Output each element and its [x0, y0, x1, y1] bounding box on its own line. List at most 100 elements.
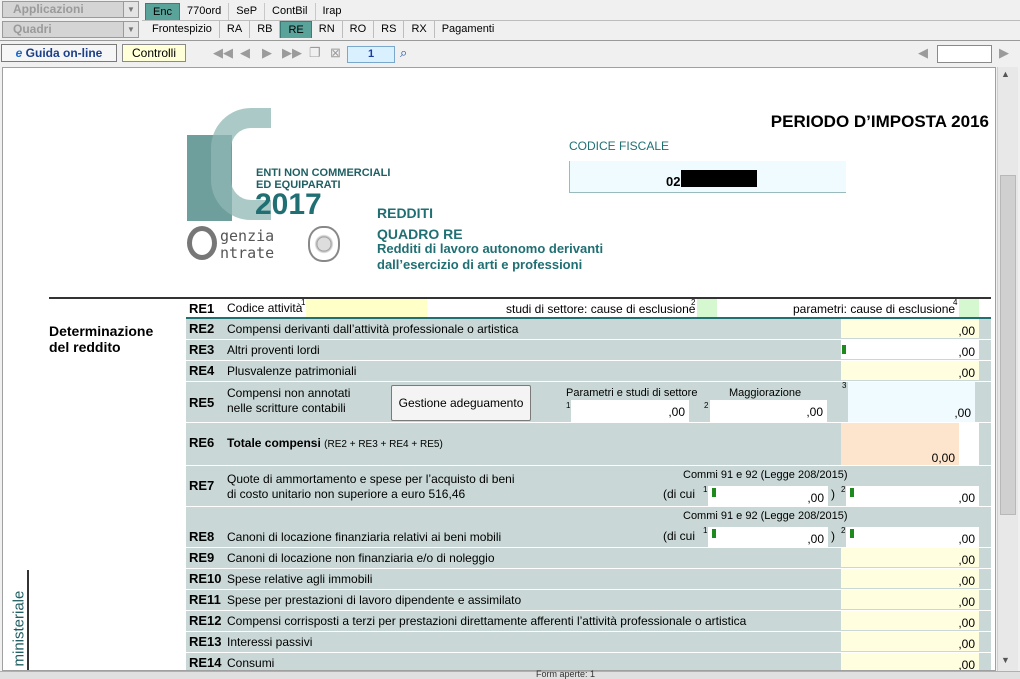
re5-field3[interactable]: ,00 — [848, 382, 975, 422]
re7-code: RE7 — [189, 478, 215, 493]
row-sep — [186, 506, 991, 507]
search-page-icon[interactable]: ⌕ — [400, 45, 407, 61]
re7-field1[interactable]: ,00 — [708, 486, 828, 506]
tab-irap[interactable]: Irap — [316, 3, 349, 20]
studi-label: studi di settore: cause di esclusione — [506, 302, 696, 316]
tab-frontespizio[interactable]: Frontespizio — [145, 21, 220, 38]
parametri-field[interactable] — [959, 299, 979, 317]
green-marker — [712, 529, 716, 538]
tab-rb[interactable]: RB — [250, 21, 281, 38]
tab-rx[interactable]: RX — [404, 21, 435, 38]
re5-code: RE5 — [189, 395, 215, 410]
re7-dicui: (di cui — [663, 487, 696, 501]
page-number-field[interactable]: 1 — [347, 46, 395, 63]
sup-2: 2 — [704, 401, 709, 410]
redditi-title: REDDITI — [377, 205, 433, 221]
scroll-up-icon[interactable]: ▲ — [1001, 69, 1010, 79]
tab-pagamenti[interactable]: Pagamenti — [435, 21, 502, 38]
chevron-down-icon[interactable]: ▼ — [123, 22, 138, 37]
tab-rn[interactable]: RN — [312, 21, 343, 38]
re1-label: Codice attività — [227, 301, 303, 315]
re6-field-end — [959, 423, 979, 465]
logo-year: 2017 — [255, 188, 322, 221]
green-marker — [850, 488, 854, 497]
descr-line2: dall’esercizio di arti e professioni — [377, 257, 583, 272]
re2-code: RE2 — [189, 321, 215, 336]
re7-field2[interactable]: ,00 — [846, 486, 979, 506]
next-page-icon[interactable]: ▶ — [262, 45, 272, 61]
re10-field[interactable]: ,00 — [841, 569, 979, 588]
scroll-right-icon[interactable]: ▶ — [999, 45, 1009, 61]
vertical-scrollbar[interactable]: ▲ ▼ — [997, 67, 1018, 671]
re11-field[interactable]: ,00 — [841, 590, 979, 609]
applicazioni-label: Applicazioni — [13, 2, 84, 16]
re6-label-bold: Totale compensi — [227, 436, 321, 450]
agenzia-line2: ntrate — [220, 244, 275, 262]
chevron-down-icon[interactable]: ▼ — [123, 2, 138, 17]
tab-sep[interactable]: SeP — [229, 3, 266, 20]
re3-code: RE3 — [189, 342, 215, 357]
re12-field[interactable]: ,00 — [841, 611, 979, 630]
tab-ra[interactable]: RA — [220, 21, 251, 38]
re9-label: Canoni di locazione non finanziaria e/o … — [227, 551, 495, 565]
re8-field2[interactable]: ,00 — [846, 527, 979, 547]
gestione-adeguamento-button[interactable]: Gestione adeguamento — [391, 385, 531, 421]
re8-field1[interactable]: ,00 — [708, 527, 828, 547]
re3-label: Altri proventi lordi — [227, 343, 320, 357]
re6-field: 0,00 — [841, 423, 959, 465]
re9-field[interactable]: ,00 — [841, 548, 979, 567]
sup-4: 4 — [953, 298, 958, 307]
re5-field2[interactable]: ,00 — [710, 400, 827, 422]
re12-code: RE12 — [189, 613, 222, 628]
green-marker — [712, 488, 716, 497]
last-page-icon[interactable]: ▶▶ — [282, 45, 302, 61]
re13-field[interactable]: ,00 — [841, 632, 979, 651]
re11-code: RE11 — [189, 592, 221, 607]
studi-field[interactable] — [697, 299, 717, 317]
first-page-icon[interactable]: ◀◀ — [213, 45, 233, 61]
green-marker — [850, 529, 854, 538]
agenzia-logo: genzia ntrate — [220, 228, 274, 262]
controlli-button[interactable]: Controlli — [122, 44, 186, 62]
divider — [0, 40, 1020, 41]
scroll-left-icon[interactable]: ◀ — [918, 45, 928, 61]
quadro-description: Redditi di lavoro autonomo derivanti dal… — [377, 241, 603, 273]
tab-re[interactable]: RE — [280, 21, 312, 38]
re4-field[interactable]: ,00 — [841, 361, 979, 380]
re3-field[interactable]: ,00 — [841, 340, 979, 359]
scroll-down-icon[interactable]: ▼ — [1001, 655, 1010, 665]
copy-page-icon[interactable]: ❐ — [309, 45, 321, 61]
tab-770ord[interactable]: 770ord — [180, 3, 230, 20]
periodo-imposta: PERIODO D’IMPOSTA 2016 — [770, 112, 989, 131]
delete-page-icon[interactable]: ⊠ — [330, 45, 341, 61]
codice-attivita-field[interactable] — [306, 299, 427, 317]
tab-contbil[interactable]: ContBil — [265, 3, 316, 20]
page-input[interactable] — [937, 45, 992, 63]
codice-fiscale-field[interactable]: 02 — [569, 161, 846, 193]
codice-fiscale-value: 02 — [666, 174, 681, 189]
agenzia-a-icon — [187, 226, 217, 260]
scrollbar-thumb[interactable] — [1000, 175, 1016, 515]
tab-rs[interactable]: RS — [374, 21, 405, 38]
section-title-line1: Determinazione — [49, 323, 154, 339]
section-title-line2: del reddito — [49, 339, 121, 355]
emblem-icon — [308, 226, 340, 262]
re2-field[interactable]: ,00 — [841, 319, 979, 338]
guida-online-button[interactable]: e Guida on-line — [1, 44, 117, 62]
tab-ro[interactable]: RO — [343, 21, 375, 38]
re4-code: RE4 — [189, 363, 215, 378]
form-page: ENTI NON COMMERCIALI ED EQUIPARATI 2017 … — [2, 67, 996, 671]
re1-code: RE1 — [189, 301, 215, 316]
applicazioni-select[interactable]: Applicazioni ▼ — [2, 1, 139, 18]
re11-label: Spese per prestazioni di lavoro dipenden… — [227, 593, 522, 607]
ie-icon: e — [15, 46, 23, 60]
side-label: ministeriale — [10, 590, 28, 667]
tab-enc[interactable]: Enc — [145, 3, 180, 20]
quadri-select[interactable]: Quadri ▼ — [2, 21, 139, 38]
re10-code: RE10 — [189, 571, 222, 586]
re6-formula: (RE2 + RE3 + RE4 + RE5) — [324, 439, 443, 450]
prev-page-icon[interactable]: ◀ — [240, 45, 250, 61]
re5-field1[interactable]: ,00 — [571, 400, 689, 422]
re14-field[interactable]: ,00 — [841, 653, 979, 670]
sup-2: 2 — [841, 485, 846, 494]
